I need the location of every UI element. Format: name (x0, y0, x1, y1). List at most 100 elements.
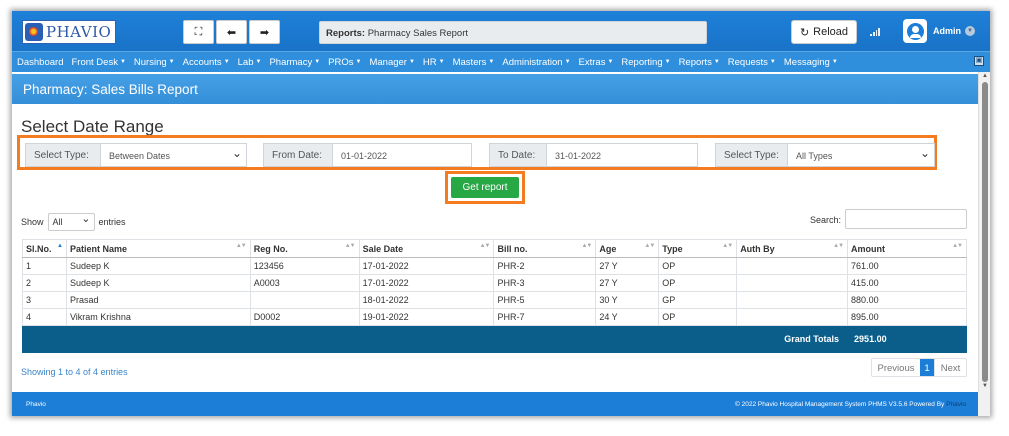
chevron-down-icon[interactable]: ▼ (965, 26, 975, 36)
forward-button[interactable]: ➡ (249, 20, 280, 44)
nav-item-label: Messaging (783, 56, 830, 68)
nav-item-hr[interactable]: HR ▼ (423, 57, 445, 68)
user-name[interactable]: Admin (933, 26, 961, 36)
breadcrumb: Reports: Pharmacy Sales Report (319, 21, 707, 44)
app-logo[interactable]: PHAVIO (22, 20, 116, 44)
reload-label: Reload (813, 26, 849, 38)
column-header-auth-by[interactable]: Auth By ▲▼ (736, 239, 849, 258)
table-cell: 3 (22, 291, 67, 309)
column-header-sl-no[interactable]: Sl.No. ▲ (22, 239, 67, 258)
collapse-icon[interactable]: ▣ (974, 56, 984, 66)
nav-item-administration[interactable]: Administration ▼ (502, 57, 570, 68)
nav-item-extras[interactable]: Extras ▼ (579, 57, 614, 68)
column-header-label: Age (599, 243, 617, 254)
nav-item-pharmacy[interactable]: Pharmacy ▼ (269, 57, 320, 68)
caret-down-icon: ▼ (488, 58, 495, 65)
table-cell: 895.00 (847, 308, 967, 326)
to-date-input[interactable]: 31-01-2022 (546, 143, 698, 167)
column-header-bill-no[interactable]: Bill no. ▲▼ (493, 239, 597, 258)
sort-icon: ▲▼ (344, 243, 356, 249)
next-page-button[interactable]: Next (934, 359, 966, 376)
scrollbar-thumb[interactable] (982, 82, 988, 382)
page-title: Pharmacy: Sales Bills Report (12, 74, 978, 104)
caret-down-icon: ▼ (664, 58, 671, 65)
table-cell: OP (658, 257, 738, 275)
nav-item-accounts[interactable]: Accounts ▼ (183, 57, 230, 68)
nav-item-reporting[interactable]: Reporting ▼ (621, 57, 670, 68)
column-header-label: Amount (851, 243, 886, 254)
table-cell: PHR-3 (493, 274, 597, 292)
column-header-label: Auth By (740, 243, 775, 254)
nav-item-label: Manager (369, 56, 407, 68)
sort-icon: ▲▼ (722, 243, 733, 249)
table-cell (736, 257, 849, 275)
caret-down-icon: ▼ (564, 58, 571, 65)
column-header-type[interactable]: Type ▲▼ (658, 239, 738, 258)
nav-item-masters[interactable]: Masters ▼ (453, 57, 495, 68)
column-header-patient-name[interactable]: Patient Name ▲▼ (65, 239, 251, 258)
grand-total-value: 2951.00 (847, 325, 967, 353)
from-date-input[interactable]: 01-01-2022 (332, 143, 472, 167)
avatar[interactable] (903, 19, 927, 43)
table-cell: PHR-7 (493, 308, 597, 326)
table-cell: OP (658, 308, 738, 326)
table-header-row: Sl.No. ▲ Patient Name ▲▼ Reg No. ▲▼ Sale Date ▲… (22, 239, 967, 258)
nav-item-label: HR (422, 56, 437, 68)
nav-item-label: Lab (237, 56, 254, 68)
section-title: Select Date Range (21, 117, 164, 136)
table-cell: Sudeep K (65, 274, 251, 292)
footer-copyright: © 2022 Phavio Hospital Management System… (735, 401, 945, 408)
transaction-type-dropdown[interactable]: All Types (787, 143, 935, 167)
nav-item-pros[interactable]: PROs ▼ (328, 57, 361, 68)
caret-down-icon: ▼ (255, 58, 262, 65)
reload-button[interactable]: ↻ Reload (791, 20, 857, 44)
nav-item-manager[interactable]: Manager ▼ (369, 57, 414, 68)
sort-icon: ▲▼ (235, 243, 247, 249)
nav-item-front-desk[interactable]: Front Desk ▼ (71, 57, 125, 68)
caret-down-icon: ▼ (168, 58, 175, 65)
sort-icon: ▲▼ (952, 243, 963, 249)
fullscreen-button[interactable]: ⛶ (183, 20, 214, 44)
caret-down-icon: ▼ (438, 58, 445, 65)
nav-item-nursing[interactable]: Nursing ▼ (134, 57, 175, 68)
nav-item-reports[interactable]: Reports ▼ (679, 57, 720, 68)
nav-item-label: Reporting (621, 56, 663, 68)
sort-icon: ▲ (57, 243, 63, 249)
table-cell: 24 Y (595, 308, 660, 326)
nav-item-requests[interactable]: Requests ▼ (728, 57, 776, 68)
column-header-sale-date[interactable]: Sale Date ▲▼ (358, 239, 495, 258)
column-header-amount[interactable]: Amount ▲▼ (847, 239, 967, 258)
nav-item-lab[interactable]: Lab ▼ (238, 57, 262, 68)
back-button[interactable]: ⬅ (216, 20, 247, 44)
nav-item-dashboard[interactable]: Dashboard (17, 57, 63, 68)
search-input[interactable] (845, 209, 967, 229)
scroll-up-icon[interactable]: ▲ (982, 73, 988, 79)
nav-item-label: Reports (678, 56, 712, 68)
breadcrumb-prefix: Reports: (326, 28, 366, 39)
date-range-filters: Select Type: Between Dates From Date: 01… (17, 135, 937, 170)
column-header-age[interactable]: Age ▲▼ (595, 239, 660, 258)
top-bar: PHAVIO ⛶ ⬅ ➡ Reports: Pharmacy Sales Rep… (12, 11, 990, 51)
scrollbar[interactable]: ▲ ▼ (978, 72, 990, 392)
scroll-down-icon[interactable]: ▼ (982, 383, 988, 389)
nav-item-label: Front Desk (71, 56, 118, 68)
table-cell: A0003 (249, 274, 360, 292)
nav-item-label: Nursing (133, 56, 167, 68)
page-1-button[interactable]: 1 (920, 359, 934, 376)
table-cell (249, 291, 360, 309)
previous-page-button[interactable]: Previous (872, 359, 920, 376)
user-icon (906, 22, 924, 40)
table-cell: D0002 (249, 308, 360, 326)
nav-item-label: Accounts (182, 56, 222, 68)
column-header-reg-no[interactable]: Reg No. ▲▼ (249, 239, 360, 258)
footer-brand-link[interactable]: Phavio (946, 401, 966, 408)
nav-item-label: Requests (727, 56, 768, 68)
select-type-dropdown[interactable]: Between Dates (100, 143, 247, 167)
nav-item-messaging[interactable]: Messaging ▼ (784, 57, 838, 68)
entries-select[interactable]: All (47, 212, 95, 231)
get-report-button[interactable]: Get report (451, 177, 519, 198)
grand-total-row: Grand Totals 2951.00 (21, 325, 967, 353)
entries-label: entries (98, 217, 126, 227)
sales-bills-table: Sl.No. ▲ Patient Name ▲▼ Reg No. ▲▼ Sale Date ▲… (21, 239, 967, 353)
signal-icon (870, 28, 880, 36)
